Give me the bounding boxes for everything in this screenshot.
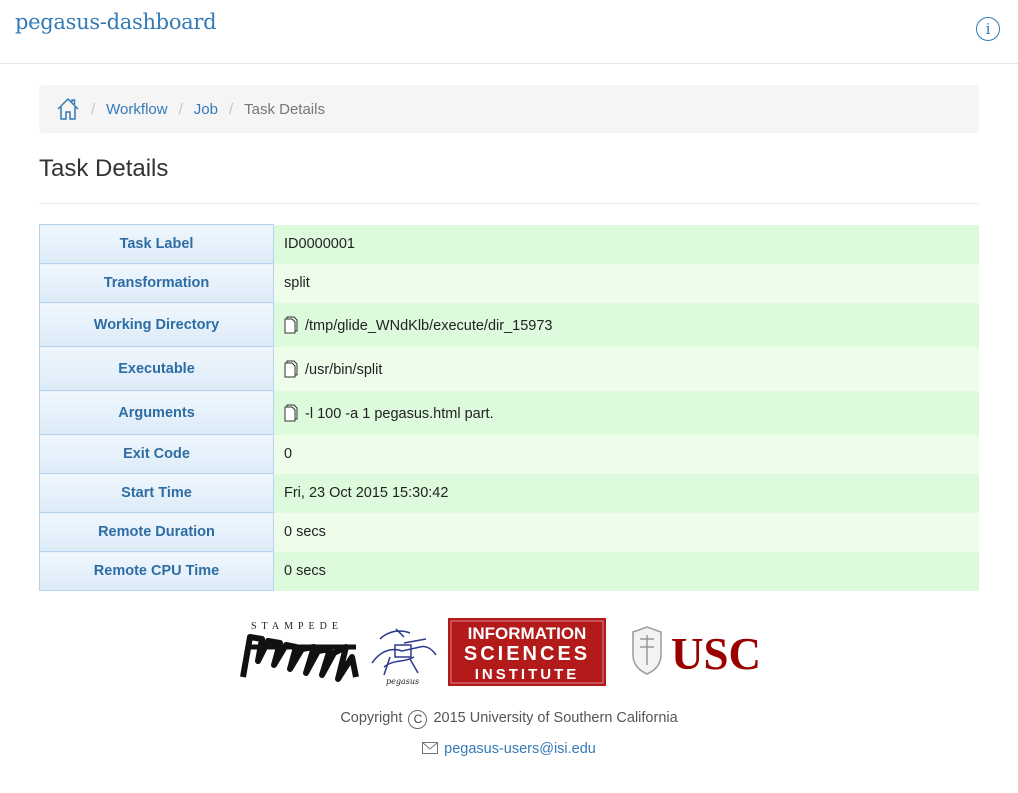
row-value: -l 100 -a 1 pegasus.html part. bbox=[305, 405, 494, 422]
row-label: Start Time bbox=[39, 473, 274, 513]
copyright: Copyright C 2015 University of Southern … bbox=[0, 710, 1018, 729]
brand-link[interactable]: pegasus-dashboard bbox=[15, 10, 217, 34]
row-value-cell: /usr/bin/split bbox=[273, 346, 979, 391]
table-row: Working Directory /tmp/glide_WNdKlb/exec… bbox=[39, 302, 979, 347]
breadcrumb-separator: / bbox=[91, 100, 96, 118]
isi-line-1: INFORMATION bbox=[468, 624, 587, 643]
isi-logo[interactable]: INFORMATION SCIENCES INSTITUTE bbox=[448, 618, 606, 686]
copyright-text: 2015 University of Southern California bbox=[433, 710, 678, 726]
copyright-icon: C bbox=[408, 710, 428, 729]
isi-line-2: SCIENCES bbox=[464, 643, 590, 665]
row-value: 0 secs bbox=[273, 512, 979, 552]
file-copy-icon[interactable] bbox=[284, 316, 298, 334]
row-label: Remote Duration bbox=[39, 512, 274, 552]
table-row: Arguments -l 100 -a 1 pegasus.html part. bbox=[39, 390, 979, 435]
breadcrumb-separator: / bbox=[178, 100, 183, 118]
row-label: Arguments bbox=[39, 390, 274, 435]
table-row: Executable /usr/bin/split bbox=[39, 346, 979, 391]
breadcrumb-job[interactable]: Job bbox=[194, 101, 218, 118]
row-value: Fri, 23 Oct 2015 15:30:42 bbox=[273, 473, 979, 513]
row-label: Working Directory bbox=[39, 302, 274, 347]
stampede-text: STAMPEDE bbox=[251, 621, 343, 632]
table-row: Transformation split bbox=[39, 263, 979, 303]
row-label: Task Label bbox=[39, 224, 274, 264]
info-circle-icon[interactable]: i bbox=[976, 17, 1000, 41]
envelope-icon bbox=[422, 742, 439, 754]
task-details-table: Task Label ID0000001 Transformation spli… bbox=[39, 224, 979, 591]
file-copy-icon[interactable] bbox=[284, 404, 298, 422]
table-row: Remote Duration 0 secs bbox=[39, 512, 979, 552]
row-label: Remote CPU Time bbox=[39, 551, 274, 591]
row-value-cell: -l 100 -a 1 pegasus.html part. bbox=[273, 390, 979, 435]
row-value: 0 secs bbox=[273, 551, 979, 591]
breadcrumb: / Workflow / Job / Task Details bbox=[39, 85, 979, 133]
row-value: ID0000001 bbox=[273, 224, 979, 264]
footer-logos: STAMPEDE pegasus INFORMATION SCIENCES IN… bbox=[240, 618, 761, 686]
table-row: Task Label ID0000001 bbox=[39, 224, 979, 264]
pegasus-logo[interactable]: pegasus bbox=[371, 628, 437, 686]
table-row: Remote CPU Time 0 secs bbox=[39, 551, 979, 591]
row-value-cell: /tmp/glide_WNdKlb/execute/dir_15973 bbox=[273, 302, 979, 347]
usc-logo[interactable]: USC bbox=[632, 626, 761, 679]
copyright-prefix: Copyright bbox=[340, 710, 403, 726]
row-value: /tmp/glide_WNdKlb/execute/dir_15973 bbox=[305, 317, 553, 334]
contact-line: pegasus-users@isi.edu bbox=[0, 741, 1018, 757]
page-title: Task Details bbox=[39, 155, 169, 182]
row-value: 0 bbox=[273, 434, 979, 474]
table-row: Exit Code 0 bbox=[39, 434, 979, 474]
title-divider bbox=[39, 203, 979, 204]
navbar: pegasus-dashboard i bbox=[0, 0, 1018, 64]
row-label: Exit Code bbox=[39, 434, 274, 474]
breadcrumb-workflow[interactable]: Workflow bbox=[106, 101, 167, 118]
breadcrumb-task-details: Task Details bbox=[244, 100, 325, 118]
table-row: Start Time Fri, 23 Oct 2015 15:30:42 bbox=[39, 473, 979, 513]
row-label: Executable bbox=[39, 346, 274, 391]
row-value: split bbox=[273, 263, 979, 303]
pegasus-text: pegasus bbox=[386, 677, 419, 686]
row-value: /usr/bin/split bbox=[305, 361, 383, 378]
stampede-logo[interactable]: STAMPEDE bbox=[240, 621, 359, 682]
breadcrumb-separator: / bbox=[228, 100, 234, 118]
row-label: Transformation bbox=[39, 263, 274, 303]
usc-text: USC bbox=[671, 629, 761, 679]
isi-line-3: INSTITUTE bbox=[475, 666, 580, 683]
email-link[interactable]: pegasus-users@isi.edu bbox=[444, 741, 596, 757]
home-icon[interactable] bbox=[56, 97, 80, 121]
file-copy-icon[interactable] bbox=[284, 360, 298, 378]
